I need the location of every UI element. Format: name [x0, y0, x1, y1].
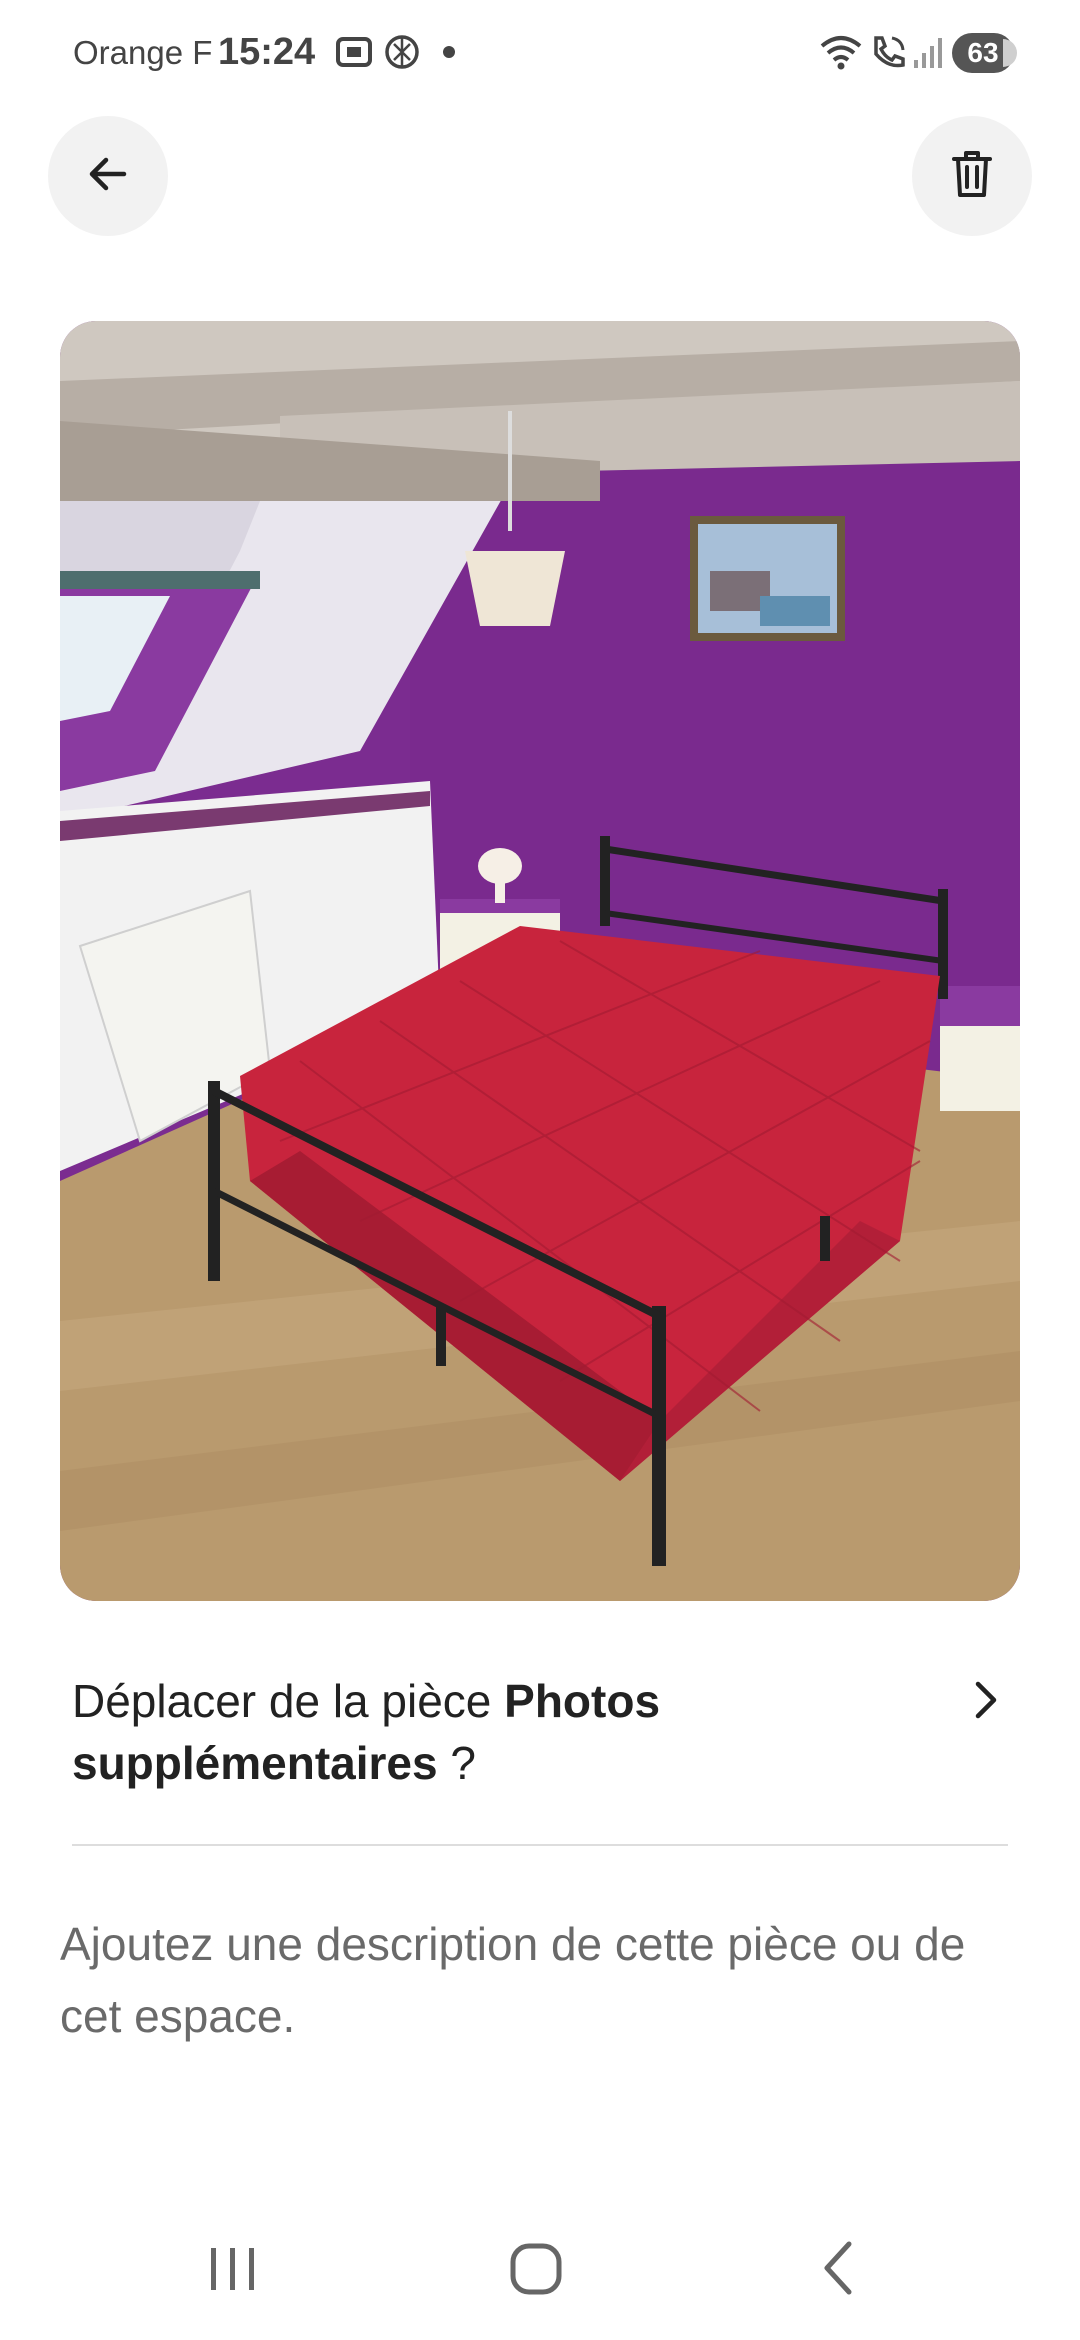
- back-button[interactable]: [48, 116, 168, 236]
- chevron-right-icon: [972, 1678, 1000, 1727]
- home-button[interactable]: [508, 2238, 564, 2303]
- nav-back-button[interactable]: [815, 2238, 865, 2303]
- room-photo-illustration: [60, 321, 1020, 1601]
- description-input[interactable]: Ajoutez une description de cette pièce o…: [60, 1908, 1020, 2052]
- status-bar: Orange F 15:24 63: [0, 0, 1080, 110]
- carrier-label: Orange F: [73, 34, 213, 71]
- move-suffix: ?: [437, 1737, 476, 1789]
- recent-apps-icon: [205, 2248, 261, 2302]
- wifi-calling-icon: [868, 32, 908, 77]
- arrow-left-icon: [84, 150, 132, 203]
- back-icon: [815, 2241, 865, 2302]
- recent-apps-button[interactable]: [205, 2238, 261, 2303]
- divider: [72, 1844, 1008, 1846]
- move-prefix: Déplacer de la pièce: [72, 1675, 505, 1727]
- openai-icon: [382, 32, 422, 77]
- move-to-room-row[interactable]: Déplacer de la pièce Photos supplémentai…: [72, 1670, 1012, 1794]
- wifi-icon: [818, 32, 864, 77]
- trash-icon: [950, 149, 994, 204]
- move-to-room-text: Déplacer de la pièce Photos supplémentai…: [72, 1670, 932, 1794]
- room-photo[interactable]: [60, 321, 1020, 1601]
- signal-icon: [912, 32, 944, 77]
- notification-dot-icon: [442, 45, 456, 64]
- battery-icon: 63: [952, 33, 1017, 73]
- screenshot-icon: [334, 32, 374, 77]
- clock: 15:24: [218, 31, 316, 73]
- delete-button[interactable]: [912, 116, 1032, 236]
- home-icon: [508, 2243, 564, 2302]
